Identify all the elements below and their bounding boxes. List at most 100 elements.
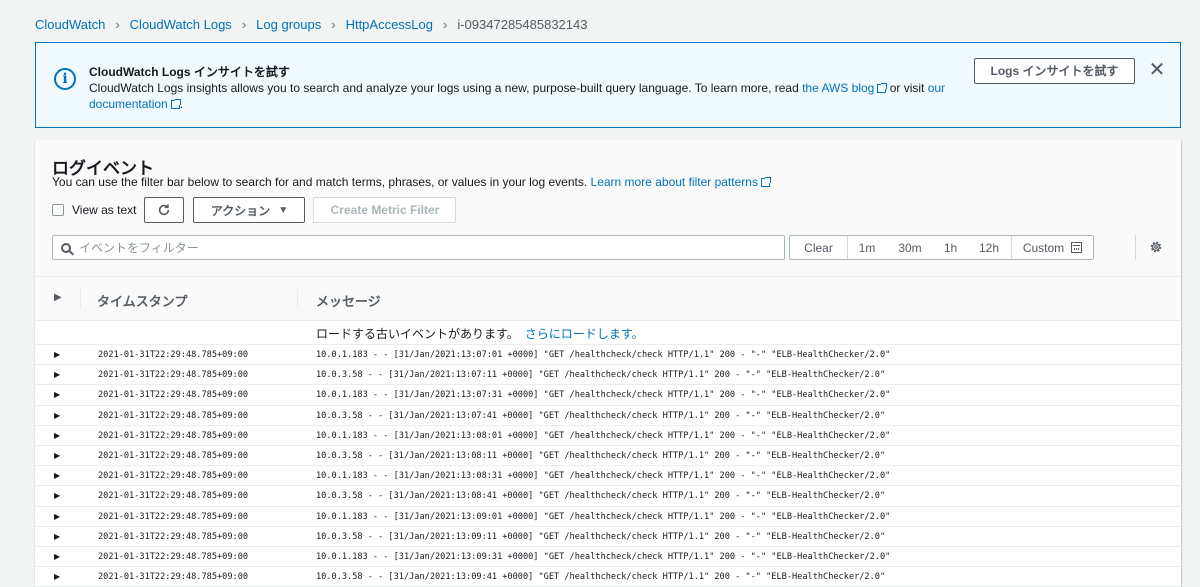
toolbar: View as text アクション ▼ Create Metric Filte… [52, 197, 457, 223]
expand-caret-icon[interactable]: ▶ [54, 572, 60, 581]
actions-dropdown-button[interactable]: アクション ▼ [193, 197, 306, 223]
external-link-icon [877, 83, 888, 93]
row-timestamp: 2021-01-31T22:29:48.785+09:00 [98, 531, 249, 542]
filter-patterns-link-label: Learn more about filter patterns [590, 175, 758, 189]
row-timestamp: 2021-01-31T22:29:48.785+09:00 [98, 390, 249, 401]
log-events-panel: ログイベント You can use the filter bar below … [35, 140, 1181, 587]
expand-caret-icon[interactable]: ▶ [54, 390, 60, 399]
chevron-right-icon: › [241, 16, 247, 32]
panel-description: You can use the filter bar below to sear… [52, 175, 771, 189]
table-row[interactable]: ▶ 2021-01-31T22:29:48.785+09:00 10.0.3.58 … [35, 527, 1181, 547]
expand-caret-icon[interactable]: ▶ [54, 532, 60, 541]
external-link-icon [760, 177, 771, 187]
table-row[interactable]: ▶ 2021-01-31T22:29:48.785+09:00 10.0.1.183… [35, 507, 1181, 527]
load-more-label: ロードする古いイベントがあります。 [316, 327, 519, 341]
table-row[interactable]: ▶ 2021-01-31T22:29:48.785+09:00 10.0.3.58 … [35, 486, 1181, 507]
try-logs-insights-button[interactable]: Logs インサイトを試す [974, 58, 1135, 84]
close-icon[interactable]: ✕ [1148, 59, 1166, 81]
breadcrumb-cloudwatch-logs[interactable]: CloudWatch Logs [130, 17, 232, 32]
breadcrumb: CloudWatch › CloudWatch Logs › Log group… [35, 15, 587, 33]
range-30m-button[interactable]: 30m [886, 236, 934, 259]
search-placeholder: イベントをフィルター [79, 241, 199, 255]
row-message: 10.0.1.183 - - [31/Jan/2021:13:08:31 +00… [316, 471, 891, 482]
expand-caret-icon[interactable]: ▶ [54, 370, 60, 379]
expand-caret-icon[interactable]: ▶ [54, 350, 60, 359]
create-metric-filter-button[interactable]: Create Metric Filter [313, 197, 457, 223]
row-timestamp: 2021-01-31T22:29:48.785+09:00 [98, 551, 249, 562]
filter-patterns-link[interactable]: Learn more about filter patterns [590, 175, 771, 189]
search-icon [61, 242, 71, 253]
banner-text: CloudWatch Logs insights allows you to s… [89, 80, 969, 112]
chevron-right-icon: › [115, 16, 120, 32]
row-message: 10.0.1.183 - - [31/Jan/2021:13:07:31 +00… [316, 390, 891, 401]
panel-header: ログイベント You can use the filter bar below … [35, 140, 1181, 276]
expand-all-caret-icon[interactable]: ▶ [54, 292, 62, 303]
breadcrumb-log-group[interactable]: HttpAccessLog [346, 17, 433, 32]
table-row[interactable]: ▶ 2021-01-31T22:29:48.785+09:00 10.0.3.58 … [35, 365, 1181, 386]
row-timestamp: 2021-01-31T22:29:48.785+09:00 [98, 572, 249, 583]
insights-info-banner: i CloudWatch Logs インサイトを試す CloudWatch Lo… [35, 42, 1181, 128]
aws-blog-link[interactable]: the AWS blog [802, 81, 888, 95]
row-message: 10.0.3.58 - - [31/Jan/2021:13:07:11 +000… [316, 370, 886, 381]
load-more-row: ロードする古いイベントがあります。 さらにロードします。 [35, 321, 1181, 345]
row-message: 10.0.3.58 - - [31/Jan/2021:13:07:41 +000… [316, 410, 886, 421]
range-12h-button[interactable]: 12h [967, 236, 1011, 259]
log-event-rows: ▶ 2021-01-31T22:29:48.785+09:00 10.0.1.183… [35, 345, 1181, 587]
table-header: ▶ タイムスタンプ メッセージ [35, 276, 1181, 321]
breadcrumb-log-groups[interactable]: Log groups [256, 17, 321, 32]
actions-label: アクション [210, 203, 271, 218]
info-icon: i [54, 68, 76, 90]
cloudwatch-log-events-page: CloudWatch › CloudWatch Logs › Log group… [0, 0, 1200, 587]
row-message: 10.0.1.183 - - [31/Jan/2021:13:07:01 +00… [316, 350, 891, 360]
banner-text-before: CloudWatch Logs insights allows you to s… [89, 81, 803, 95]
row-timestamp: 2021-01-31T22:29:48.785+09:00 [98, 350, 249, 360]
breadcrumb-current: i-09347285485832143 [457, 16, 588, 32]
refresh-icon [159, 204, 170, 216]
row-message: 10.0.3.58 - - [31/Jan/2021:13:08:11 +000… [316, 450, 886, 461]
range-custom-button[interactable]: Custom [1011, 236, 1093, 259]
table-row[interactable]: ▶ 2021-01-31T22:29:48.785+09:00 10.0.1.183… [35, 547, 1181, 568]
expand-caret-icon[interactable]: ▶ [54, 431, 60, 440]
range-clear-button[interactable]: Clear [790, 236, 848, 259]
expand-caret-icon[interactable]: ▶ [54, 451, 60, 460]
table-row[interactable]: ▶ 2021-01-31T22:29:48.785+09:00 10.0.1.183… [35, 466, 1181, 487]
range-1h-button[interactable]: 1h [934, 236, 967, 259]
row-timestamp: 2021-01-31T22:29:48.785+09:00 [98, 410, 249, 421]
row-timestamp: 2021-01-31T22:29:48.785+09:00 [98, 450, 249, 461]
table-row[interactable]: ▶ 2021-01-31T22:29:48.785+09:00 10.0.1.183… [35, 385, 1181, 406]
view-as-text-label: View as text [72, 203, 137, 217]
row-timestamp: 2021-01-31T22:29:48.785+09:00 [98, 471, 249, 482]
table-row[interactable]: ▶ 2021-01-31T22:29:48.785+09:00 10.0.3.58 … [35, 446, 1181, 467]
expand-caret-icon[interactable]: ▶ [54, 512, 60, 521]
banner-text-mid: or visit [886, 81, 928, 95]
row-message: 10.0.1.183 - - [31/Jan/2021:13:09:31 +00… [316, 551, 891, 562]
event-filter-input[interactable]: イベントをフィルター [52, 235, 785, 260]
expand-caret-icon[interactable]: ▶ [54, 491, 60, 500]
chevron-right-icon: › [443, 16, 448, 32]
table-row[interactable]: ▶ 2021-01-31T22:29:48.785+09:00 10.0.1.183… [35, 345, 1181, 366]
table-row[interactable]: ▶ 2021-01-31T22:29:48.785+09:00 10.0.3.58 … [35, 567, 1181, 587]
table-row[interactable]: ▶ 2021-01-31T22:29:48.785+09:00 10.0.3.58 … [35, 406, 1181, 426]
aws-blog-link-label: the AWS blog [802, 81, 875, 95]
row-message: 10.0.3.58 - - [31/Jan/2021:13:09:41 +000… [316, 572, 886, 583]
expand-caret-icon[interactable]: ▶ [54, 471, 60, 480]
expand-caret-icon[interactable]: ▶ [54, 411, 60, 420]
panel-description-text: You can use the filter bar below to sear… [52, 175, 591, 189]
row-message: 10.0.3.58 - - [31/Jan/2021:13:09:11 +000… [316, 531, 886, 542]
table-row[interactable]: ▶ 2021-01-31T22:29:48.785+09:00 10.0.1.183… [35, 426, 1181, 446]
column-divider [297, 289, 298, 309]
expand-caret-icon[interactable]: ▶ [54, 552, 60, 561]
refresh-button[interactable] [144, 197, 185, 223]
load-more-link[interactable]: さらにロードします。 [525, 327, 644, 341]
calendar-icon [1071, 242, 1083, 253]
row-timestamp: 2021-01-31T22:29:48.785+09:00 [98, 511, 249, 522]
column-header-timestamp[interactable]: タイムスタンプ [97, 291, 187, 310]
chevron-right-icon: › [331, 16, 336, 32]
range-1m-button[interactable]: 1m [848, 236, 886, 259]
view-as-text-checkbox[interactable] [52, 204, 64, 216]
breadcrumb-cloudwatch[interactable]: CloudWatch [35, 17, 105, 32]
row-message: 10.0.1.183 - - [31/Jan/2021:13:09:01 +00… [316, 511, 891, 522]
gear-icon[interactable] [1149, 240, 1163, 254]
column-header-message[interactable]: メッセージ [316, 291, 381, 310]
filter-row: イベントをフィルター Clear 1m 30m 1h 12h Custom [52, 235, 1094, 260]
